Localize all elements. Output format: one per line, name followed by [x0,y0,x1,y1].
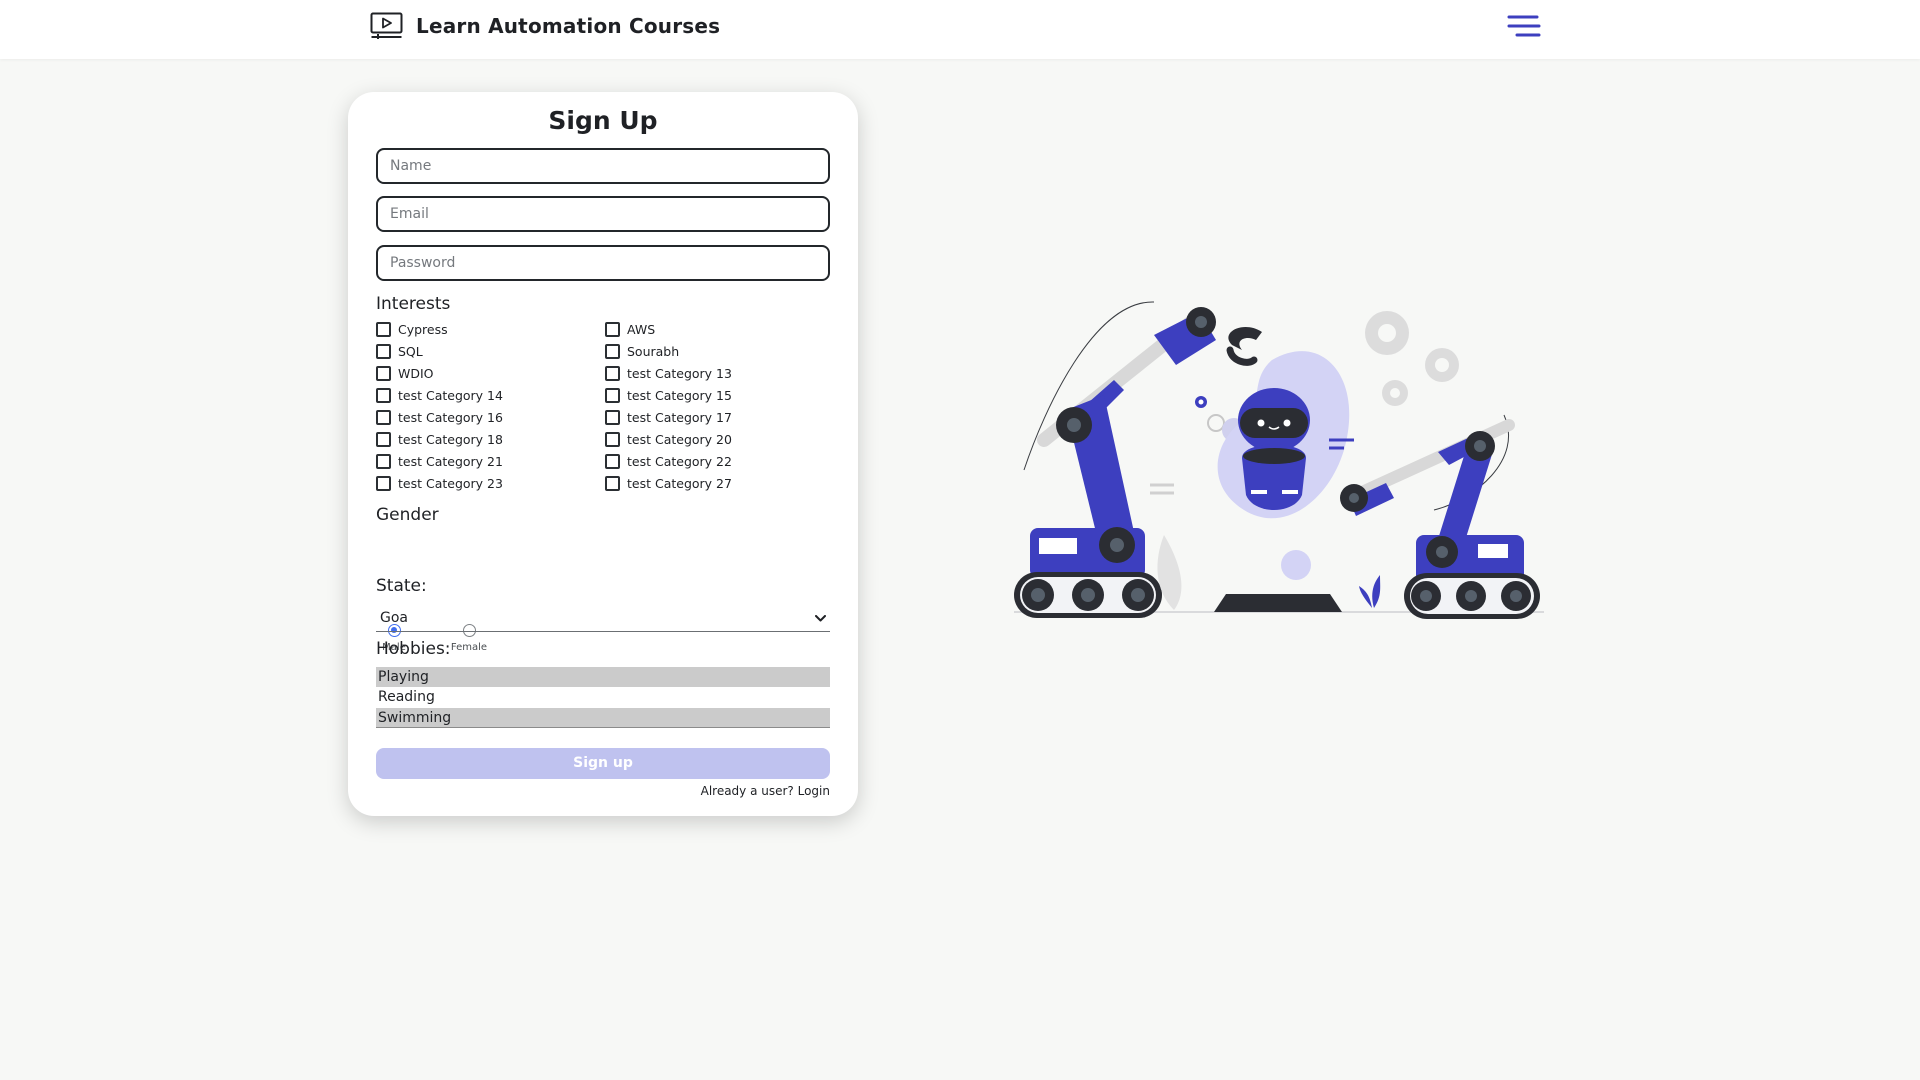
checkbox[interactable] [376,387,391,403]
checkbox[interactable] [376,431,391,447]
brand-title: Learn Automation Courses [416,14,721,38]
brand[interactable]: Learn Automation Courses [370,12,720,40]
interest-label: test Category 15 [627,387,732,403]
email-input[interactable] [376,196,830,232]
interest-option[interactable]: test Category 16 [376,408,503,426]
interest-label: test Category 21 [398,453,503,469]
chevron-down-icon [815,614,826,621]
interest-label: Cypress [398,321,448,337]
password-input[interactable] [376,245,830,281]
checkbox[interactable] [605,387,620,403]
checkbox[interactable] [376,453,391,469]
hobby-option[interactable]: Swimming [376,708,830,728]
hobby-option[interactable]: Playing [376,667,830,687]
interest-option[interactable]: WDIO [376,364,434,382]
interest-label: WDIO [398,365,434,381]
interests-label: Interests [376,294,451,314]
interest-option[interactable]: SQL [376,342,423,360]
checkbox[interactable] [376,343,391,359]
gender-label: Gender [376,505,439,525]
interest-label: test Category 18 [398,431,503,447]
interest-option[interactable]: test Category 18 [376,430,503,448]
interest-option[interactable]: test Category 23 [376,474,503,492]
checkbox[interactable] [376,321,391,337]
video-screen-icon [370,12,403,39]
signup-card: Sign Up Interests Cypress AWS SQL Sourab… [348,92,858,816]
state-select[interactable]: Goa [376,605,830,632]
login-link[interactable]: Already a user? Login [701,784,830,798]
interest-option[interactable]: Sourabh [605,342,679,360]
interest-option[interactable]: test Category 17 [605,408,732,426]
interest-option[interactable]: test Category 15 [605,386,732,404]
checkbox[interactable] [605,475,620,491]
interest-label: test Category 13 [627,365,732,381]
interest-option[interactable]: test Category 22 [605,452,732,470]
interest-option[interactable]: test Category 14 [376,386,503,404]
interest-option[interactable]: test Category 27 [605,474,732,492]
checkbox[interactable] [376,409,391,425]
hobby-option[interactable]: Reading [376,687,830,707]
top-navbar: Learn Automation Courses [0,0,1920,59]
name-input[interactable] [376,148,830,184]
interest-label: test Category 22 [627,453,732,469]
interest-label: test Category 27 [627,475,732,491]
interest-option[interactable]: test Category 13 [605,364,732,382]
checkbox[interactable] [605,431,620,447]
interest-label: test Category 23 [398,475,503,491]
interest-option[interactable]: test Category 20 [605,430,732,448]
checkbox[interactable] [376,365,391,381]
interest-option[interactable]: test Category 21 [376,452,503,470]
hamburger-icon[interactable] [1507,14,1541,38]
interest-option[interactable]: AWS [605,320,655,338]
state-select-value: Goa [380,610,408,626]
robot-arms-illustration [1014,301,1544,619]
interest-label: test Category 16 [398,409,503,425]
state-label: State: [376,576,427,596]
interest-label: AWS [627,321,656,337]
interest-label: SQL [398,343,423,359]
interest-label: test Category 17 [627,409,732,425]
checkbox[interactable] [605,321,620,337]
checkbox[interactable] [376,475,391,491]
signup-title: Sign Up [548,106,658,135]
checkbox[interactable] [605,343,620,359]
interest-label: Sourabh [627,343,680,359]
signup-button[interactable]: Sign up [376,748,830,779]
interest-label: test Category 14 [398,387,503,403]
checkbox[interactable] [605,409,620,425]
interest-label: test Category 20 [627,431,732,447]
hobbies-label: Hobbies: [376,639,451,659]
interest-option[interactable]: Cypress [376,320,448,338]
checkbox[interactable] [605,365,620,381]
checkbox[interactable] [605,453,620,469]
